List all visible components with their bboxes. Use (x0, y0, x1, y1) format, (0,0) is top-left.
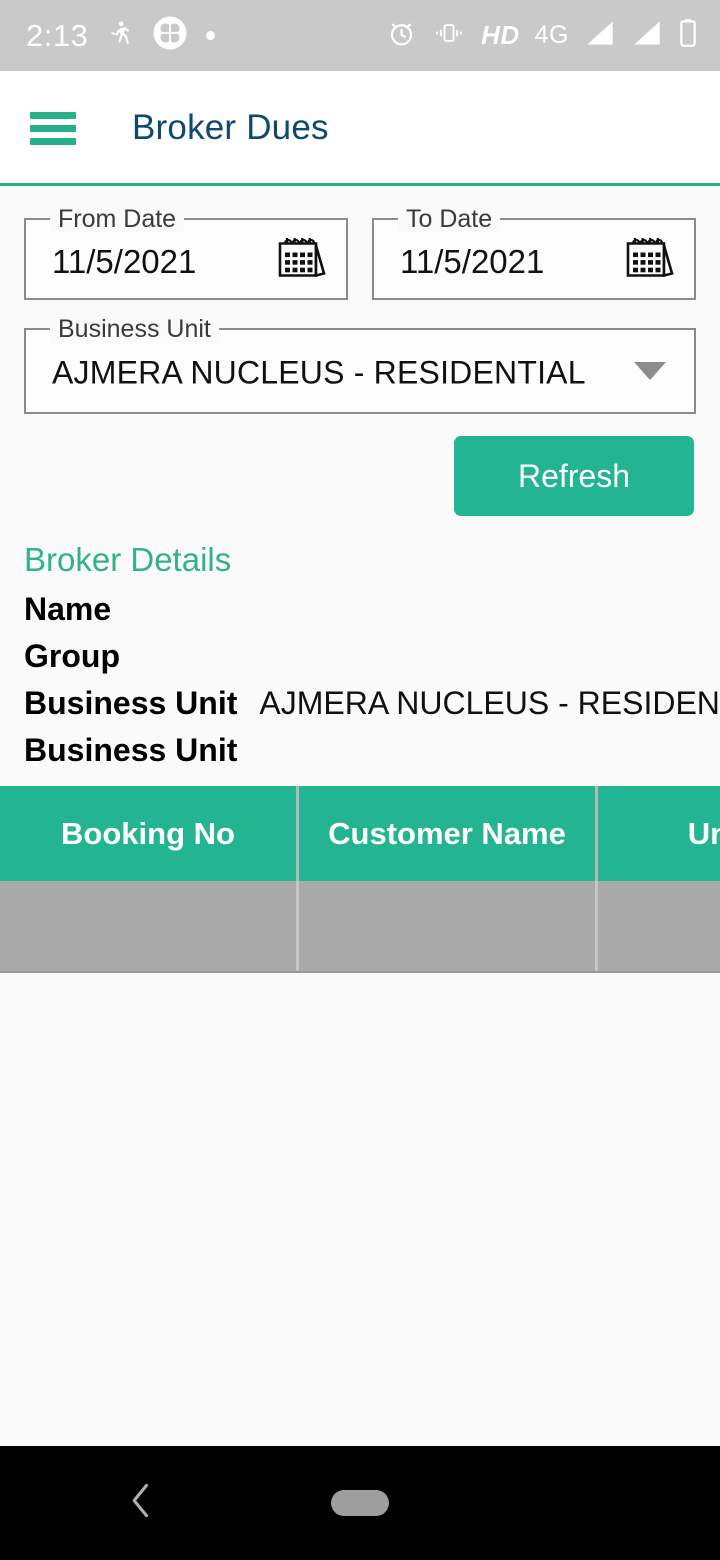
broker-detail-label: Name (24, 591, 112, 627)
directions-walk-icon (106, 17, 134, 54)
back-icon[interactable] (124, 1479, 158, 1528)
table-column-header-unit[interactable]: Unit (598, 786, 720, 881)
network-4g-icon: 4G (534, 21, 569, 49)
status-bar-left: 2:13 (26, 15, 216, 56)
from-date-label: From Date (50, 205, 185, 233)
alarm-icon (386, 18, 417, 54)
broker-detail-row: Business Unit (24, 727, 720, 774)
refresh-row: Refresh (0, 414, 720, 516)
table-column-header-booking-no[interactable]: Booking No (0, 786, 299, 881)
broker-detail-label: Business Unit (24, 685, 238, 721)
broker-detail-row: Business Unit AJMERA NUCLEUS - RESIDENTI… (24, 680, 720, 727)
clover-app-icon (152, 15, 188, 56)
status-bar-clock: 2:13 (26, 18, 89, 53)
table-cell-customer-name (299, 881, 598, 971)
system-nav-bar (0, 1446, 720, 1560)
chevron-down-icon[interactable] (634, 362, 666, 380)
broker-details-section: Broker Details Name Group Business Unit … (0, 516, 720, 774)
table-cell-booking-no (0, 881, 299, 971)
calendar-icon[interactable] (622, 232, 674, 287)
broker-dues-table: Booking No Customer Name Unit (0, 786, 720, 973)
table-cell-unit (598, 881, 720, 971)
business-unit-value: AJMERA NUCLEUS - RESIDENTIAL (52, 354, 586, 391)
signal-bar-icon (584, 19, 616, 52)
broker-details-title: Broker Details (24, 541, 232, 578)
phone-screen: 2:13 HD 4G Broker Dues From Date 11/5/20… (0, 0, 720, 1560)
date-filter-row: From Date 11/5/2021 To Date 11/5/2021 (0, 186, 720, 300)
to-date-field[interactable]: To Date 11/5/2021 (372, 205, 696, 300)
business-unit-select[interactable]: Business Unit AJMERA NUCLEUS - RESIDENTI… (24, 315, 696, 414)
hd-icon: HD (481, 20, 520, 50)
vibrate-icon (432, 19, 466, 52)
to-date-value: 11/5/2021 (400, 243, 545, 281)
broker-detail-value: AJMERA NUCLEUS - RESIDENTIAL (259, 685, 720, 721)
status-bar-right: HD 4G (386, 17, 698, 54)
calendar-icon[interactable] (274, 232, 326, 287)
from-date-value: 11/5/2021 (52, 243, 197, 281)
table-header-row: Booking No Customer Name Unit (0, 786, 720, 881)
dot-indicator-icon (206, 31, 216, 40)
broker-detail-row: Group (24, 633, 720, 680)
status-bar: 2:13 HD 4G (0, 0, 720, 71)
home-handle-icon[interactable] (331, 1490, 389, 1516)
broker-detail-label: Group (24, 638, 120, 674)
signal-bar-icon (631, 19, 663, 52)
battery-icon (678, 17, 698, 54)
broker-detail-row: Name (24, 586, 720, 633)
refresh-button[interactable]: Refresh (454, 436, 694, 516)
page-title: Broker Dues (132, 108, 329, 147)
broker-detail-label: Business Unit (24, 732, 238, 768)
to-date-label: To Date (398, 205, 501, 233)
hamburger-menu-icon[interactable] (30, 111, 76, 145)
table-row[interactable] (0, 881, 720, 973)
business-unit-label: Business Unit (50, 315, 219, 343)
from-date-field[interactable]: From Date 11/5/2021 (24, 205, 348, 300)
table-column-header-customer-name[interactable]: Customer Name (299, 786, 598, 881)
main-content: From Date 11/5/2021 To Date 11/5/2021 Bu… (0, 186, 720, 1446)
app-bar: Broker Dues (0, 71, 720, 185)
